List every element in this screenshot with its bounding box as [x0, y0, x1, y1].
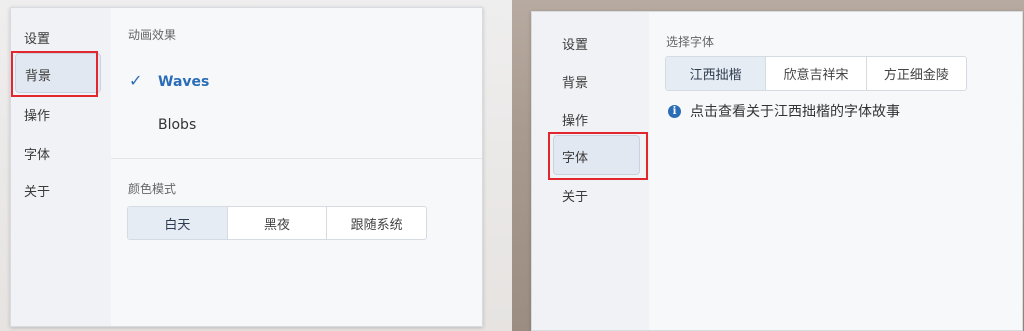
font-story-text: 点击查看关于江西拙楷的字体故事 — [690, 104, 900, 120]
sidebar-item-settings[interactable]: 设置 — [24, 28, 50, 47]
highlight-box-background — [11, 51, 98, 97]
font-segmented-control: 江西拙楷 欣意吉祥宋 方正细金陵 — [665, 56, 967, 91]
sidebar-item-actions[interactable]: 操作 — [562, 110, 588, 129]
font-option-xinyi-jixiangsong[interactable]: 欣意吉祥宋 — [765, 57, 865, 90]
animation-section-title: 动画效果 — [128, 28, 177, 42]
sidebar-item-about[interactable]: 关于 — [562, 186, 588, 205]
color-mode-system-button[interactable]: 跟随系统 — [326, 207, 426, 239]
font-option-jiangxi-zhuokai[interactable]: 江西拙楷 — [666, 57, 766, 90]
animation-option-blobs[interactable]: Blobs — [158, 117, 196, 133]
color-mode-night-button[interactable]: 黑夜 — [226, 207, 327, 239]
highlight-box-font — [548, 132, 648, 180]
check-icon: ✓ — [129, 71, 143, 90]
sidebar-item-about[interactable]: 关于 — [24, 181, 50, 200]
sidebar-item-actions[interactable]: 操作 — [24, 105, 50, 124]
main-panel — [111, 8, 482, 326]
sidebar-item-font[interactable]: 字体 — [24, 144, 50, 163]
color-mode-segmented-control: 白天 黑夜 跟随系统 — [127, 206, 427, 240]
section-divider — [111, 158, 482, 159]
sidebar-item-background[interactable]: 背景 — [562, 72, 588, 91]
font-section-title: 选择字体 — [666, 35, 715, 49]
info-icon: i — [668, 104, 681, 118]
font-option-fangzheng-xijinling[interactable]: 方正细金陵 — [865, 57, 966, 90]
font-story-link[interactable]: i 点击查看关于江西拙楷的字体故事 — [668, 101, 900, 121]
sidebar-item-settings[interactable]: 设置 — [562, 34, 588, 53]
color-mode-day-button[interactable]: 白天 — [128, 207, 227, 239]
color-mode-section-title: 颜色模式 — [128, 182, 177, 196]
animation-option-waves[interactable]: Waves — [158, 74, 209, 90]
